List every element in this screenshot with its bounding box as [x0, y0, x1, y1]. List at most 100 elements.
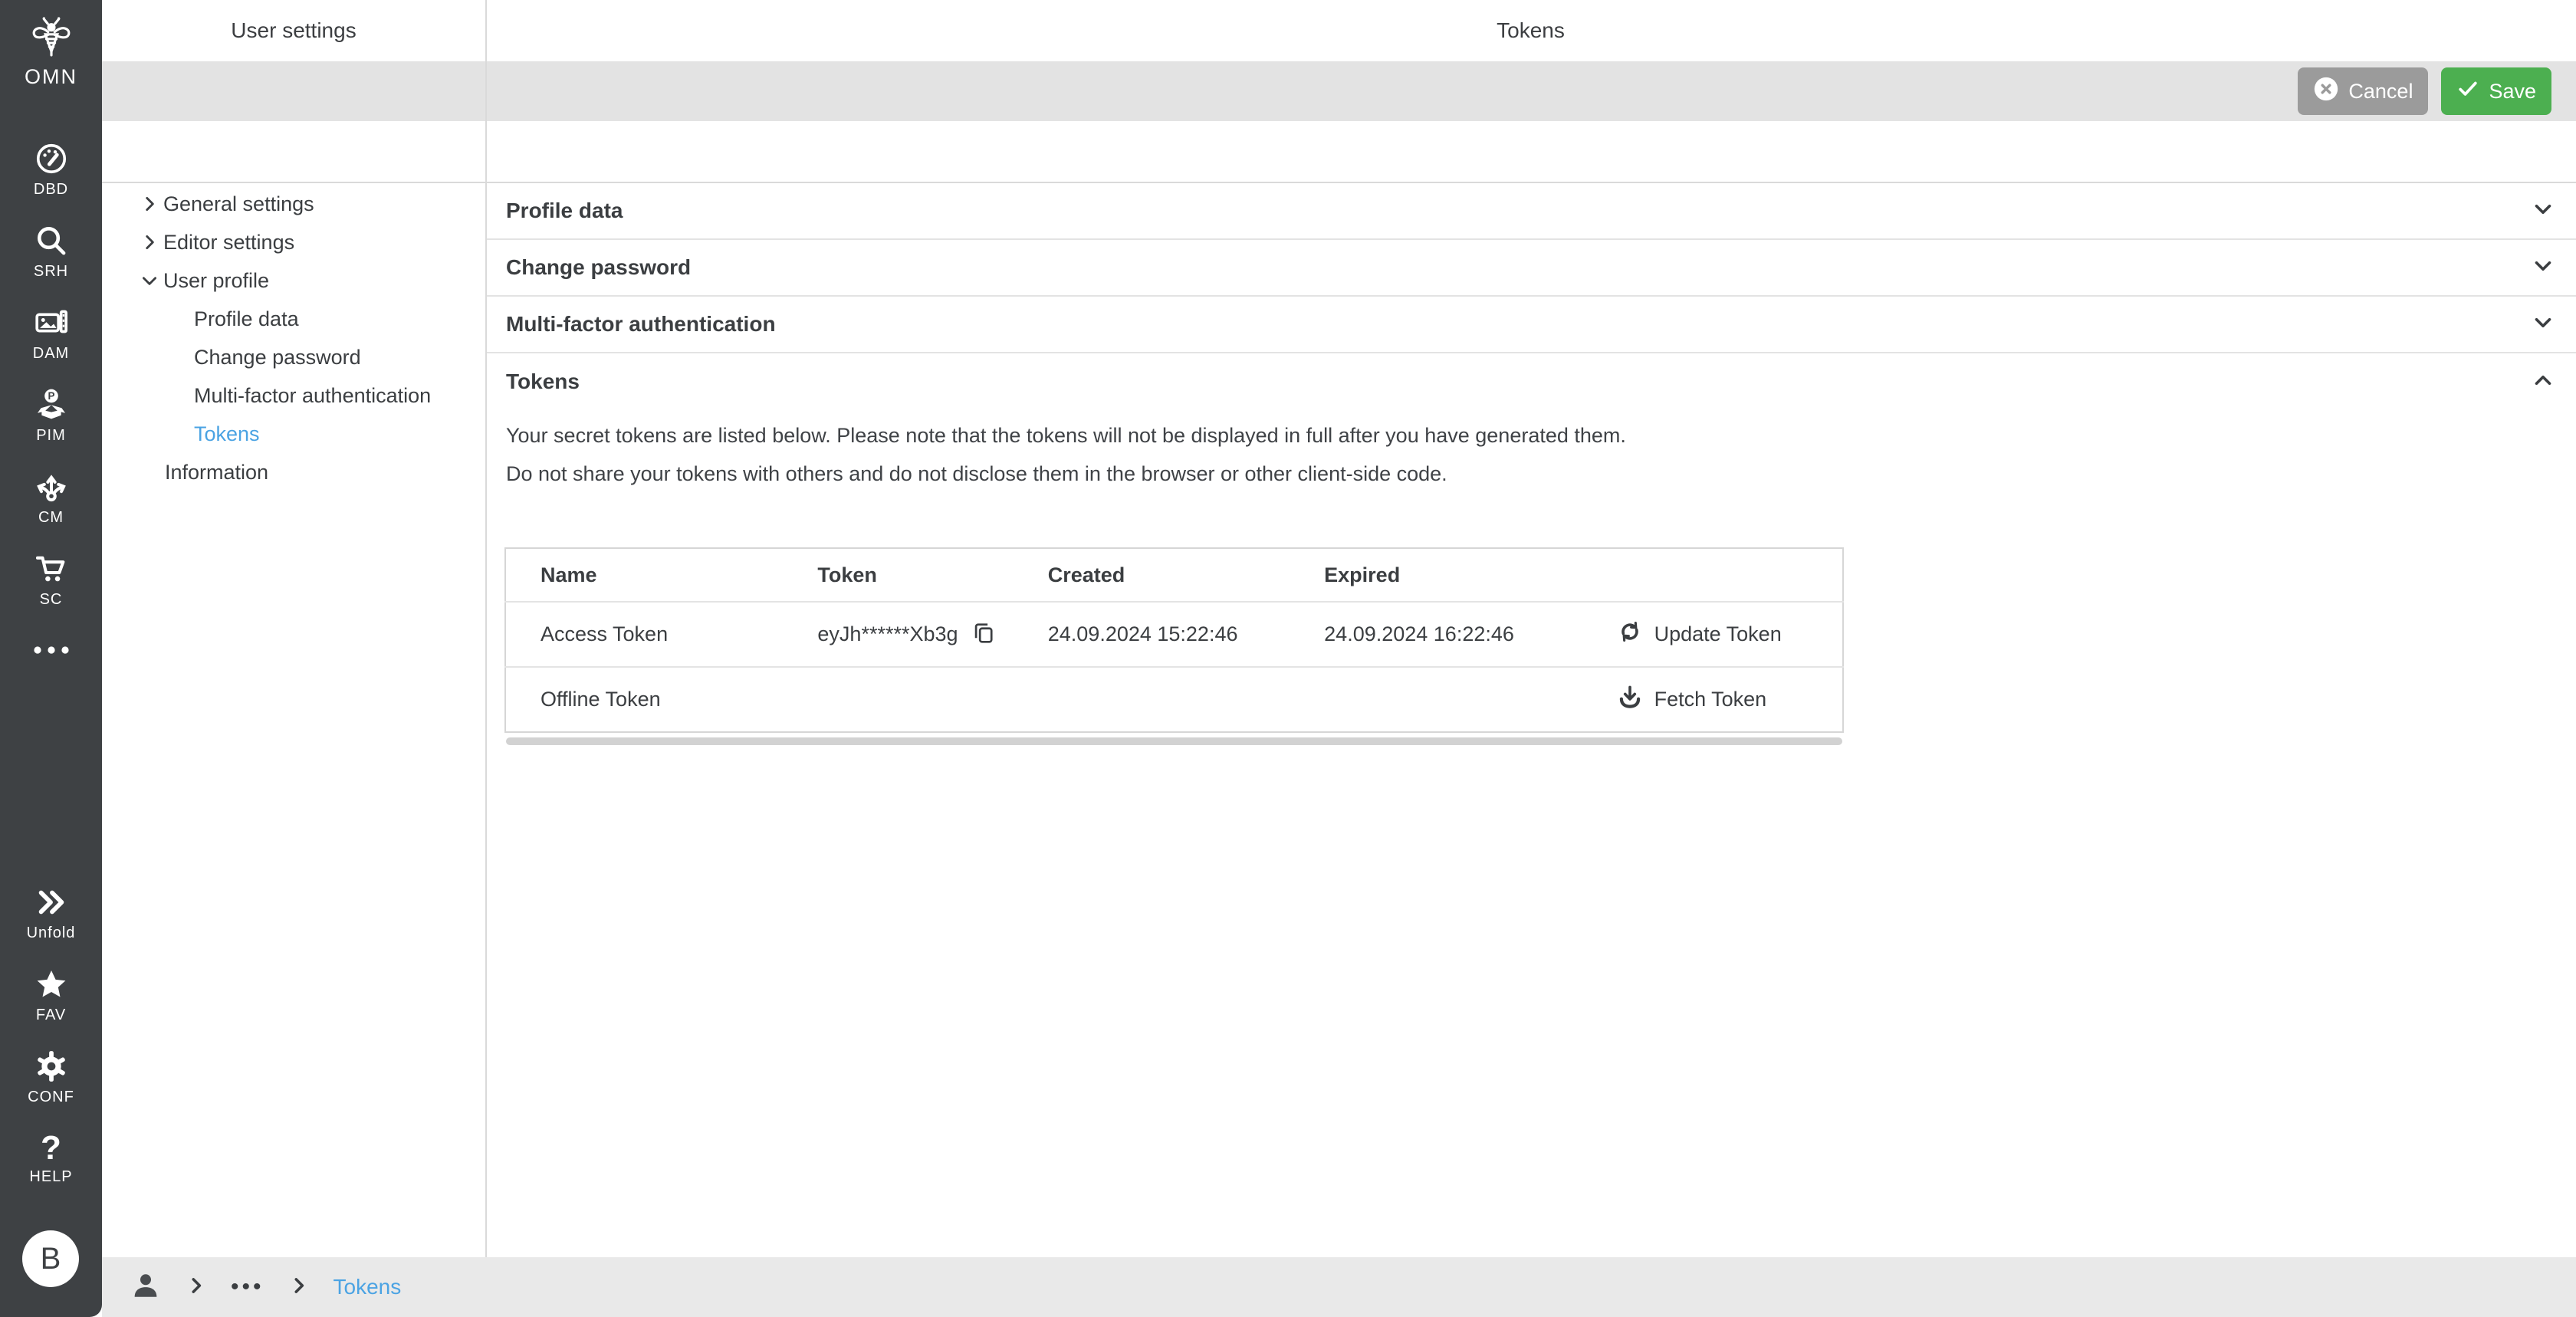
rail-item-conf[interactable]: CONF [0, 1036, 102, 1118]
ellipsis-icon [30, 644, 73, 660]
rail-item-srh[interactable]: SRH [0, 211, 102, 293]
branch-arrows-icon [34, 469, 69, 504]
rail-item-label: Unfold [27, 925, 76, 942]
app-rail: OMN DBD [0, 0, 102, 1317]
rail-item-label: FAV [36, 1007, 66, 1024]
cell-token-name: Offline Token [505, 667, 783, 732]
tokens-description: Your secret tokens are listed below. Ple… [485, 410, 2576, 493]
app-logo[interactable]: OMN [0, 15, 102, 89]
product-box-icon: P [34, 387, 69, 422]
accordion-tokens[interactable]: Tokens [485, 353, 2576, 410]
search-icon [34, 223, 69, 258]
rail-item-cm[interactable]: CM [0, 457, 102, 539]
breadcrumb-collapsed-items[interactable]: ••• [231, 1274, 264, 1300]
dashboard-icon [34, 141, 69, 176]
user-icon[interactable] [130, 1269, 162, 1306]
app-logo-label: OMN [25, 65, 77, 89]
tree-item-label: Profile data [194, 307, 299, 331]
column-header-token: Token [783, 548, 1013, 602]
rail-item-label: DBD [34, 181, 68, 199]
table-row-access-token: Access Token eyJh******Xb3g [505, 602, 1843, 667]
tree-item-editor-settings[interactable]: Editor settings [102, 223, 485, 261]
tree-item-label: Information [165, 461, 268, 484]
accordion-label: Change password [506, 255, 691, 280]
refresh-icon [1616, 618, 1644, 651]
tokens-description-line2: Do not share your tokens with others and… [506, 455, 2576, 493]
cell-token-expired [1290, 667, 1581, 732]
copy-icon [971, 620, 997, 649]
star-icon [34, 967, 69, 1002]
column-header-name: Name [505, 548, 783, 602]
accordion-label: Profile data [506, 199, 623, 223]
accordion-multi-factor-authentication[interactable]: Multi-factor authentication [485, 297, 2576, 353]
cancel-button-label: Cancel [2348, 80, 2413, 103]
double-chevron-right-icon [34, 885, 69, 920]
tree-item-information[interactable]: Information [102, 453, 485, 491]
toolbar: Cancel Save [102, 61, 2576, 121]
media-assets-icon [34, 305, 69, 340]
tree-item-label: Multi-factor authentication [194, 384, 431, 408]
column-header-expired: Expired [1290, 548, 1581, 602]
tree-item-general-settings[interactable]: General settings [102, 185, 485, 223]
rail-item-dam[interactable]: DAM [0, 293, 102, 375]
content-divider [102, 182, 2576, 183]
tree-item-label: General settings [163, 192, 314, 216]
settings-panel: User settings General settings Editor se… [102, 0, 485, 1257]
rail-item-unfold[interactable]: Unfold [0, 872, 102, 954]
tree-item-change-password[interactable]: Change password [102, 338, 485, 376]
checkmark-icon [2456, 77, 2479, 106]
rail-item-fav[interactable]: FAV [0, 954, 102, 1036]
main-panel: Tokens Profile data Change password Mult… [485, 0, 2576, 1257]
download-icon [1616, 683, 1644, 716]
panel-divider [485, 0, 487, 1257]
breadcrumb-current-page[interactable]: Tokens [334, 1275, 402, 1299]
rail-item-help[interactable]: ? HELP [0, 1118, 102, 1200]
user-avatar[interactable]: B [22, 1230, 79, 1287]
tree-item-user-profile[interactable]: User profile [102, 261, 485, 300]
column-header-actions [1582, 548, 1843, 602]
main-panel-title: Tokens [485, 0, 2576, 61]
cancel-button[interactable]: Cancel [2298, 67, 2428, 115]
settings-panel-title: User settings [102, 0, 485, 61]
tokens-table: Name Token Created Expired Access Token [504, 547, 1844, 733]
accordion-change-password[interactable]: Change password [485, 240, 2576, 297]
tree-item-profile-data[interactable]: Profile data [102, 300, 485, 338]
action-label: Fetch Token [1654, 688, 1767, 711]
tree-item-tokens[interactable]: Tokens [102, 415, 485, 453]
action-label: Update Token [1654, 622, 1782, 646]
accordion-list: Profile data Change password Multi-facto… [485, 183, 2576, 745]
rail-nav: DBD SRH [0, 129, 102, 682]
breadcrumb: ••• Tokens [102, 1257, 2576, 1317]
table-horizontal-scrollbar[interactable] [506, 737, 1842, 745]
chevron-right-icon [288, 1274, 310, 1301]
rail-bottom-nav: Unfold FAV [0, 872, 102, 1200]
fetch-token-button[interactable]: Fetch Token [1616, 683, 1767, 716]
chevron-down-icon [140, 271, 163, 291]
save-button-label: Save [2489, 80, 2536, 103]
rail-item-label: SRH [34, 263, 68, 281]
gear-icon [34, 1049, 69, 1084]
tree-item-label: Editor settings [163, 231, 294, 255]
copy-token-button[interactable] [971, 620, 997, 649]
rail-more-button[interactable] [0, 621, 102, 682]
rail-item-label: HELP [29, 1168, 72, 1186]
column-header-created: Created [1014, 548, 1290, 602]
rail-item-dbd[interactable]: DBD [0, 129, 102, 211]
cell-token-value [783, 667, 1013, 732]
chevron-down-icon [2530, 196, 2556, 226]
update-token-button[interactable]: Update Token [1616, 618, 1782, 651]
chevron-down-icon [2530, 253, 2556, 283]
rail-item-sc[interactable]: SC [0, 539, 102, 621]
accordion-profile-data[interactable]: Profile data [485, 183, 2576, 240]
accordion-label: Multi-factor authentication [506, 312, 776, 337]
avatar-initial: B [41, 1242, 61, 1276]
rail-item-pim[interactable]: P PIM [0, 375, 102, 457]
tree-item-label: Change password [194, 346, 361, 369]
table-row-offline-token: Offline Token [505, 667, 1843, 732]
tree-item-multi-factor-authentication[interactable]: Multi-factor authentication [102, 376, 485, 415]
cell-token-created: 24.09.2024 15:22:46 [1014, 602, 1290, 667]
rail-item-label: CM [38, 509, 64, 527]
tokens-table-header-row: Name Token Created Expired [505, 548, 1843, 602]
tokens-section-body: Your secret tokens are listed below. Ple… [485, 410, 2576, 745]
save-button[interactable]: Save [2441, 67, 2551, 115]
